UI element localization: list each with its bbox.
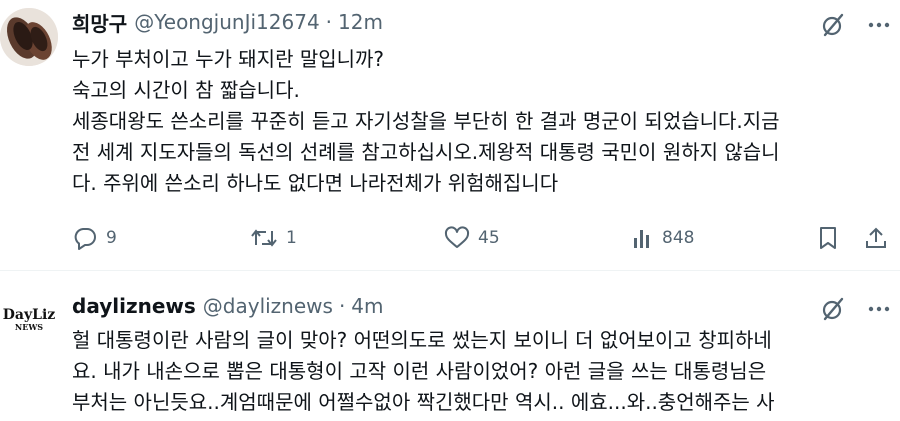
more-icon[interactable] <box>868 22 890 28</box>
tweet-text: 헐 대통령이란 사람의 글이 맞아? 어떤의도로 썼는지 보이니 더 없어보이고… <box>72 325 894 418</box>
tweet-actions: 9 1 45 848 <box>72 222 894 254</box>
user-handle[interactable]: @dayliznews <box>203 294 333 318</box>
avatar-logo: DayLiz NEWS <box>0 290 58 348</box>
reply-icon <box>72 226 98 250</box>
share-button[interactable] <box>864 222 888 254</box>
svg-text:DayLiz: DayLiz <box>3 307 56 323</box>
user-handle[interactable]: @YeongjunJi12674 <box>134 10 319 34</box>
separator-dot: · <box>325 10 333 34</box>
views-button[interactable]: 848 <box>632 222 694 254</box>
tweet-line: 누가 부처이고 누가 돼지란 말입니까? <box>72 47 385 71</box>
retweet-button[interactable]: 1 <box>250 222 297 254</box>
bookmark-icon <box>817 226 839 250</box>
display-name[interactable]: 희망구 <box>72 8 127 37</box>
tweet-header-actions <box>820 12 890 38</box>
reply-button[interactable]: 9 <box>72 222 117 254</box>
tweet-line: 전 세계 지도자들의 독선의 선례를 참고하십시오.제왕적 대통령 국민이 원하… <box>72 140 780 164</box>
more-icon[interactable] <box>868 306 890 312</box>
retweet-icon <box>250 226 278 250</box>
tweet-header: 희망구 @YeongjunJi12674 · 12m <box>72 8 383 36</box>
tweet-line: 부처는 아닌듯요..계엄때문에 어쩔수없아 짝긴했다만 역시.. 에효...와.… <box>72 390 775 414</box>
view-count: 848 <box>662 228 695 248</box>
like-button[interactable]: 45 <box>444 222 500 254</box>
display-name[interactable]: dayliznews <box>72 294 196 318</box>
share-icon <box>864 226 888 250</box>
avatar[interactable]: DayLiz NEWS <box>0 290 58 348</box>
bookmark-button[interactable] <box>817 222 839 254</box>
reply-count: 9 <box>106 228 117 248</box>
tweet-header-actions <box>820 296 890 322</box>
separator-dot: · <box>338 294 346 318</box>
tweet[interactable]: DayLiz NEWS dayliznews @dayliznews · 4m … <box>0 270 900 421</box>
like-icon <box>444 226 470 250</box>
tweet-line: 헐 대통령이란 사람의 글이 맞아? 어떤의도로 썼는지 보이니 더 없어보이고… <box>72 328 772 352</box>
tweet-line: 세종대왕도 쓴소리를 꾸준히 듣고 자기성찰을 부단히 한 결과 명군이 되었습… <box>72 109 780 133</box>
timestamp[interactable]: 12m <box>338 10 383 34</box>
timestamp[interactable]: 4m <box>351 294 383 318</box>
grok-icon[interactable] <box>820 296 846 322</box>
tweet-header: dayliznews @dayliznews · 4m <box>72 292 384 320</box>
tweet-text: 누가 부처이고 누가 돼지란 말입니까? 숙고의 시간이 참 짧습니다. 세종대… <box>72 44 894 199</box>
like-count: 45 <box>478 228 500 248</box>
retweet-count: 1 <box>286 228 297 248</box>
svg-text:NEWS: NEWS <box>15 322 43 332</box>
avatar[interactable] <box>0 8 58 66</box>
tweet-line: 다. 주위에 쓴소리 하나도 없다면 나라전체가 위험해집니다 <box>72 171 559 195</box>
tweet-line: 숙고의 시간이 참 짧습니다. <box>72 78 300 102</box>
grok-icon[interactable] <box>820 12 846 38</box>
tweet-line: 요. 내가 내손으로 뽑은 대통형이 고작 이런 사람이었어? 아런 글을 쓰는… <box>72 359 767 383</box>
avatar-image <box>0 8 58 66</box>
views-icon <box>632 226 654 250</box>
tweet[interactable]: 희망구 @YeongjunJi12674 · 12m 누가 부처이고 누가 돼지… <box>0 0 900 270</box>
